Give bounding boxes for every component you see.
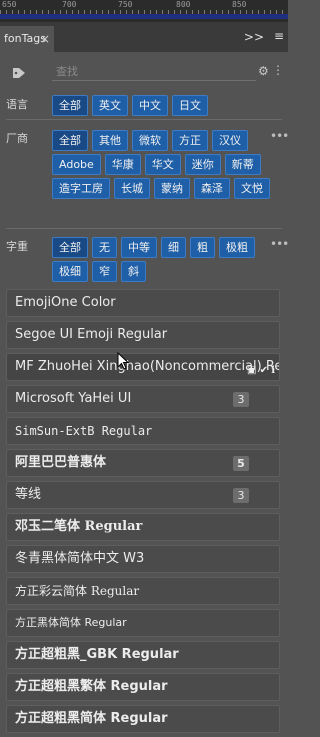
mouse-cursor-icon [117,351,130,370]
panel-menu-icon[interactable]: ≡ [274,29,284,43]
tag-chip[interactable]: 细 [161,237,186,258]
font-list-item[interactable]: 阿里巴巴普惠体 5 [6,449,280,477]
font-name: Segoe UI Emoji Regular [15,327,168,342]
font-name: 邓玉二笔体 Regular [15,519,143,534]
tag-chip[interactable]: 中文 [132,95,168,116]
tag-icon [12,64,26,83]
font-name: MF ZhuoHei Xinghao(Noncommercial) Regula… [15,359,279,374]
search-row: ⚙ ⋮ [0,58,288,84]
more-vendor-icon[interactable]: ••• [270,129,289,143]
tab-fontags[interactable]: fonTags × [0,26,54,52]
search-input[interactable] [52,62,256,81]
font-list-item[interactable]: MF ZhuoHei Xinghao(Noncommercial) Regula… [6,353,280,381]
tag-chip[interactable]: Adobe [52,154,101,175]
font-list-item[interactable]: 邓玉二笔体 Regular [6,513,280,541]
tag-chip[interactable]: 微软 [132,130,168,151]
font-name: 阿里巴巴普惠体 [15,455,107,470]
font-list-item[interactable]: 方正超粗黑简体 Regular [6,705,280,733]
check-icon[interactable]: ✔ [260,365,268,376]
tag-chip[interactable]: 全部 [52,95,88,116]
row-actions: ▣ ✔ ℹ [247,358,275,380]
tag-chip[interactable]: 全部 [52,130,88,151]
count-badge: 5 [233,456,249,471]
gear-icon[interactable]: ⚙ [258,64,269,78]
tag-chip[interactable]: 迷你 [184,154,221,175]
tag-chip[interactable]: 新蒂 [224,154,261,175]
more-weight-icon[interactable]: ••• [270,237,289,251]
more-options-icon[interactable]: ⋮ [272,63,284,77]
font-name: 方正超粗黑_GBK Regular [15,647,179,662]
ruler-mark: 700 [62,0,77,9]
tag-chip[interactable]: 中等 [121,237,157,258]
tag-chip[interactable]: 英文 [92,95,128,116]
horizontal-ruler: 650 700 750 800 850 [0,0,288,22]
tag-chip[interactable]: 窄 [92,261,117,282]
font-list-item[interactable]: 方正超粗黑繁体 Regular [6,673,280,701]
font-list-item[interactable]: EmojiOne Color [6,289,280,317]
font-list-item[interactable]: Segoe UI Emoji Regular [6,321,280,349]
tag-chip[interactable]: 汉仪 [212,130,248,151]
font-list-item[interactable]: 方正黑体简体 Regular [6,609,280,637]
section-label-weight: 字重 [6,240,28,253]
font-list-item[interactable]: Microsoft YaHei UI 3 [6,385,280,413]
tag-chip[interactable]: 无 [92,237,117,258]
font-list-item[interactable]: SimSun-ExtB Regular [6,417,280,445]
close-icon[interactable]: × [40,26,50,52]
font-list: EmojiOne Color Segoe UI Emoji Regular MF… [6,289,280,737]
tag-chip[interactable]: 粗 [190,237,215,258]
font-name: 方正超粗黑简体 Regular [15,711,168,726]
count-badge: 3 [233,392,249,407]
info-icon[interactable]: ℹ [271,365,275,376]
font-list-item[interactable]: 方正超粗黑_GBK Regular [6,641,280,669]
tag-chip[interactable]: 极粗 [219,237,255,258]
language-tags: 全部 英文 中文 日文 [52,95,270,116]
font-name: 等线 [15,487,42,502]
tag-chip[interactable]: 日文 [172,95,208,116]
font-name: 方正黑体简体 Regular [15,616,127,629]
ruler-mark: 650 [2,0,17,9]
tag-chip[interactable]: 极细 [52,261,88,282]
font-name: SimSun-ExtB Regular [15,424,153,438]
tag-chip[interactable]: 华康 [104,154,141,175]
font-list-item[interactable]: 冬青黑体简体中文 W3 [6,545,280,573]
font-name: 冬青黑体简体中文 W3 [15,551,145,566]
section-divider [6,119,282,120]
font-name: 方正超粗黑繁体 Regular [15,679,168,694]
tag-chip[interactable]: 造字工房 [52,178,110,199]
tag-chip[interactable]: 全部 [52,237,88,258]
weight-tags: 全部 无 中等 细 粗 极粗 极细 窄 斜 [52,237,270,282]
collapse-panel-icon[interactable]: >> [244,30,264,44]
count-badge: 3 [233,488,249,503]
ruler-mark: 850 [232,0,247,9]
tag-chip[interactable]: 蒙纳 [154,178,190,199]
edit-icon[interactable]: ▣ [247,365,256,376]
tag-chip[interactable]: 斜 [121,261,146,282]
font-name: Microsoft YaHei UI [15,391,132,406]
ruler-selection-band [0,14,288,19]
tag-chip[interactable]: 其他 [92,130,128,151]
font-list-item[interactable]: 方正彩云简体 Regular [6,577,280,605]
font-name: 方正彩云简体 Regular [15,584,140,598]
tag-chip[interactable]: 森泽 [194,178,230,199]
tag-chip[interactable]: 文悦 [234,178,270,199]
section-divider [6,228,282,229]
tag-chip[interactable]: 长城 [114,178,150,199]
ruler-mark: 750 [118,0,133,9]
font-name: EmojiOne Color [15,295,116,310]
font-list-item[interactable]: 等线 3 [6,481,280,509]
tag-chip[interactable]: 华文 [144,154,181,175]
tag-chip[interactable]: 方正 [172,130,208,151]
section-label-vendor: 厂商 [6,132,28,145]
vendor-tags: 全部 其他 微软 方正 汉仪 Adobe 华康 华文 迷你 新蒂 造字工房 长城… [52,130,270,199]
ruler-mark: 800 [176,0,191,9]
section-label-language: 语言 [6,98,28,111]
